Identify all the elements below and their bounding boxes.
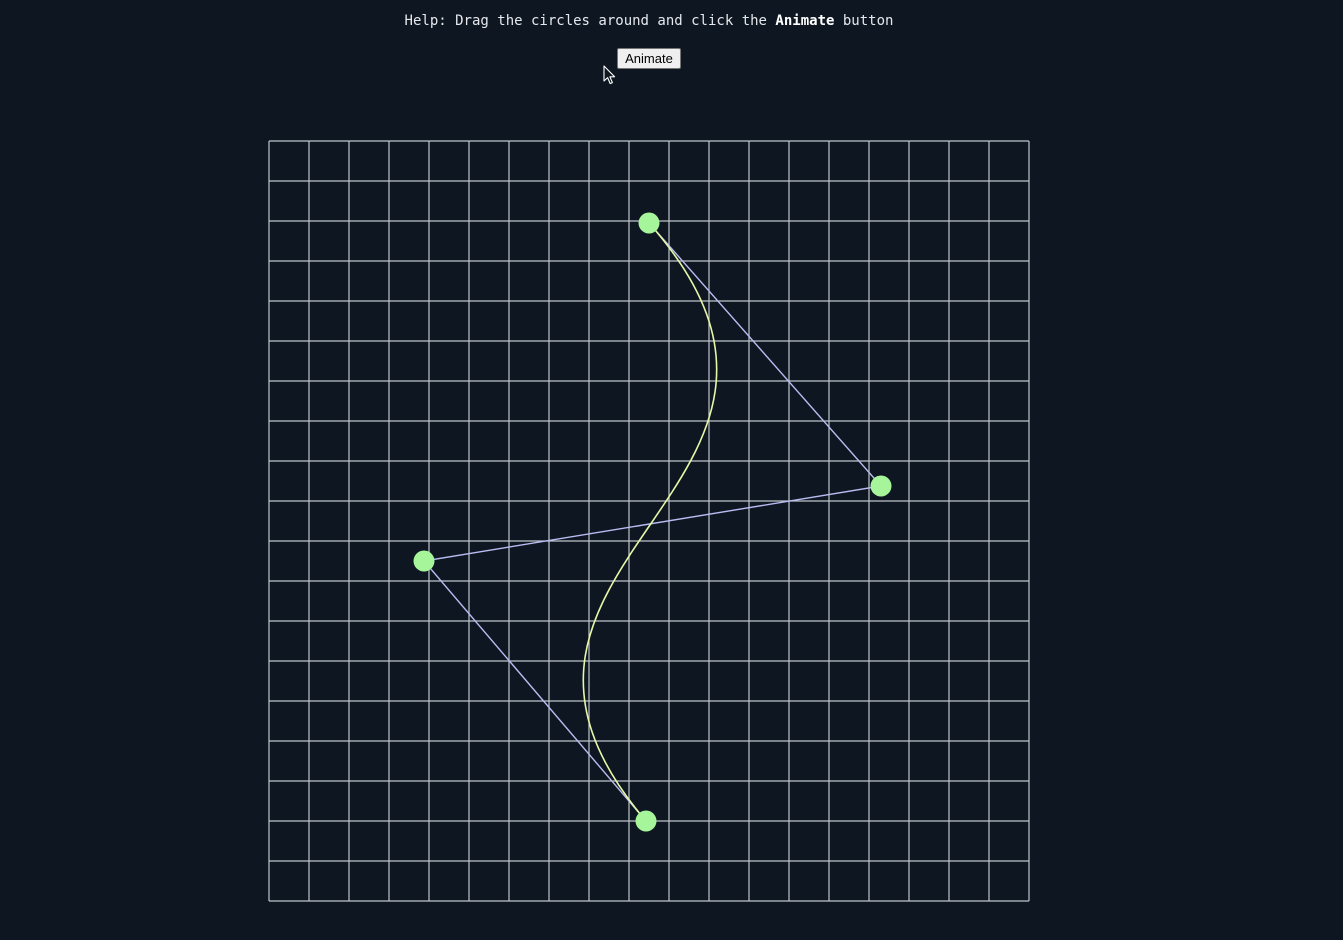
control-point-1[interactable] (638, 212, 660, 234)
control-point-4[interactable] (635, 810, 657, 832)
bezier-canvas[interactable] (0, 0, 1343, 940)
control-point-2[interactable] (870, 475, 892, 497)
control-point-3[interactable] (413, 550, 435, 572)
grid (268, 140, 1030, 902)
bezier-curve (582, 222, 718, 822)
